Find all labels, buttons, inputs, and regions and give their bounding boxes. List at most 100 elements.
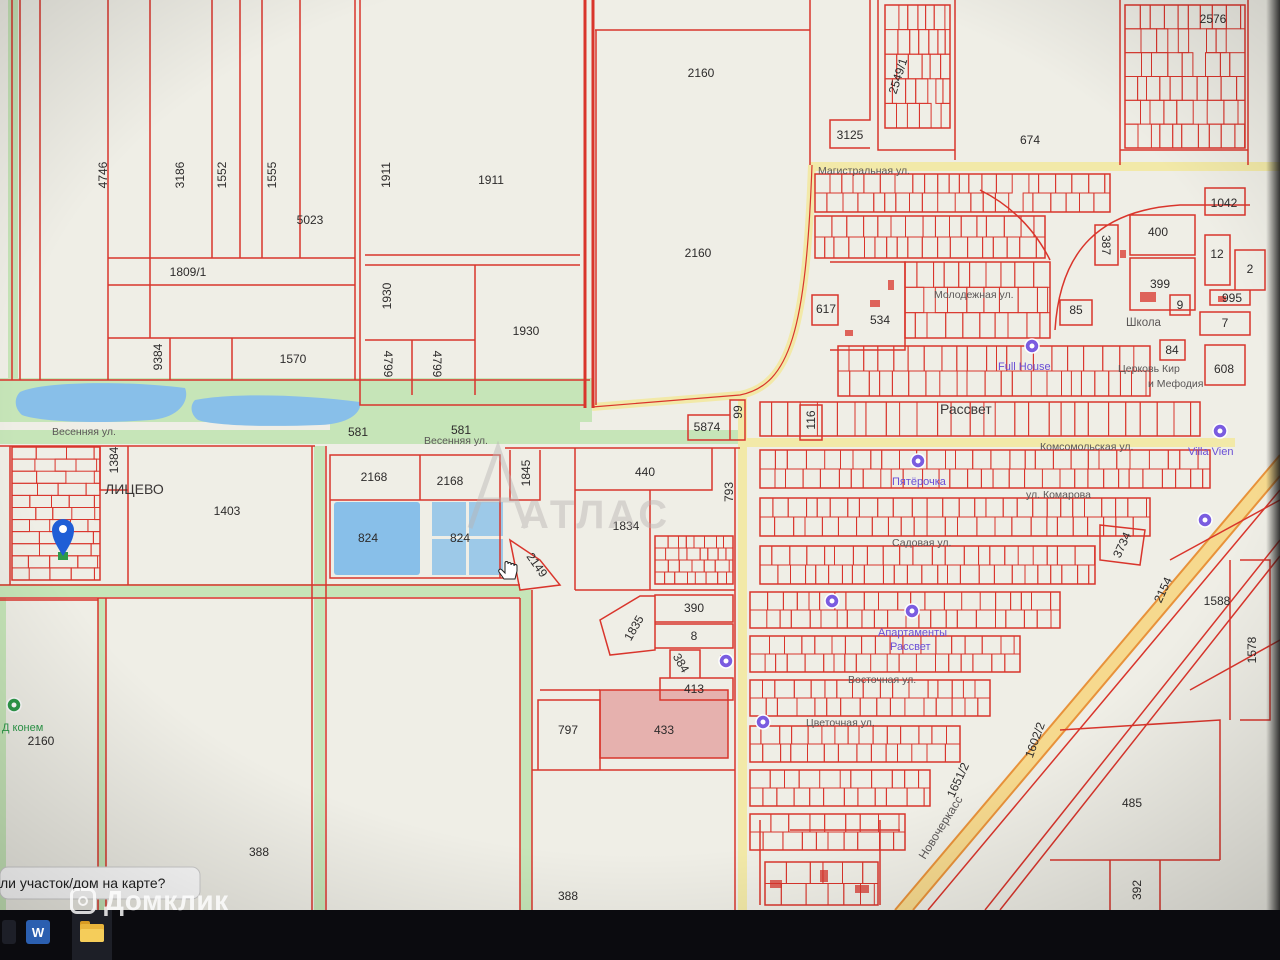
- parcel-label: 3125: [837, 128, 864, 142]
- street-label: Комсомольская ул.: [1040, 441, 1133, 453]
- parcel-label: 534: [870, 313, 890, 327]
- poi-icon[interactable]: [1212, 423, 1228, 439]
- parcel-label: 2160: [685, 246, 712, 260]
- parcel-label: 388: [558, 889, 578, 903]
- parcel-label: 608: [1214, 362, 1234, 376]
- poi-label: Апартаменты: [878, 627, 947, 639]
- poi-label: Рассвет: [890, 641, 931, 653]
- poi-icon[interactable]: [904, 603, 920, 619]
- parcel-label: 581: [348, 425, 368, 439]
- parcel-label: 413: [684, 682, 704, 696]
- parcel-label: 824: [358, 531, 378, 545]
- street-label: Садовая ул.: [892, 537, 951, 549]
- parcel-label: 84: [1165, 343, 1179, 357]
- poi-icon[interactable]: [824, 593, 840, 609]
- parcel-label: 3186: [173, 161, 187, 188]
- poi-label: Пятёрочка: [892, 476, 947, 488]
- parcel-label: 399: [1150, 277, 1170, 291]
- parcel-label: 400: [1148, 225, 1168, 239]
- pond-west: [15, 383, 187, 423]
- parcel-label: 995: [1222, 291, 1242, 305]
- poi-label: Д конем: [2, 722, 43, 734]
- cadastral-map[interactable]: 4746 3186 1552 1555 5023 1809/1 9384 157…: [0, 0, 1280, 910]
- parcel-label: 5023: [297, 213, 324, 227]
- parcel-label: 1845: [519, 459, 533, 486]
- street-label: Весенняя ул.: [52, 426, 116, 438]
- domclick-logo-icon: [70, 888, 96, 914]
- poi-label: и Мефодия: [1148, 378, 1203, 390]
- poi-label: Школа: [1126, 317, 1162, 329]
- parcel-label: 4799: [381, 351, 395, 378]
- parcel-label: 485: [1122, 796, 1142, 810]
- word-icon[interactable]: W: [26, 920, 50, 944]
- parcel-label: 9384: [151, 343, 165, 370]
- atlas-watermark-text: АТЛАС: [520, 493, 670, 537]
- parcel-label: 5874: [694, 420, 721, 434]
- street-label: ул. Комарова: [1026, 489, 1091, 501]
- parcel-label: 2168: [361, 470, 388, 484]
- parcel-label: 440: [635, 465, 655, 479]
- parcel-label: 1911: [379, 162, 393, 188]
- poi-label: Villa Vien: [1188, 446, 1233, 458]
- poi-icon[interactable]: [755, 714, 771, 730]
- parcel-label: 116: [804, 410, 818, 429]
- parcel-label: 1930: [380, 282, 394, 309]
- parcel-label: 1588: [1204, 594, 1231, 608]
- parcel-label: 85: [1069, 303, 1083, 317]
- parcel-label: 1809/1: [170, 265, 207, 279]
- parcel-label: 617: [816, 302, 836, 316]
- poi-icon[interactable]: [1024, 338, 1040, 354]
- poi-icon[interactable]: [718, 653, 734, 669]
- parcel-label: 2576: [1200, 12, 1227, 26]
- start-icon[interactable]: [2, 920, 16, 944]
- parcel-label: 387: [1099, 235, 1113, 255]
- parcel-label: 433: [654, 723, 674, 737]
- parcel-label: 824: [450, 531, 470, 545]
- poi-label: Церковь Кир: [1118, 363, 1180, 375]
- parcel-label: 4799: [430, 351, 444, 378]
- parcel-label: 674: [1020, 133, 1040, 147]
- parcel-label: 1570: [280, 352, 307, 366]
- parcel-label: 797: [558, 723, 578, 737]
- parcel-label: 1930: [513, 324, 540, 338]
- parcel-label: 9: [1177, 298, 1184, 312]
- locality-label: Рассвет: [940, 401, 992, 417]
- parcel-label: 2160: [28, 734, 55, 748]
- street-label: Магистральная ул.: [818, 165, 910, 177]
- parcel-label: 1552: [215, 161, 229, 188]
- parcel-label: 12: [1210, 247, 1224, 261]
- parcel-label: 2168: [437, 474, 464, 488]
- street-label: Цветочная ул.: [806, 717, 875, 729]
- parcel-label: 1555: [265, 161, 279, 188]
- parcel-label: 793: [722, 482, 736, 502]
- parcel-label: 8: [691, 629, 698, 643]
- parcel-label: 1042: [1211, 196, 1238, 210]
- poi-icon[interactable]: [6, 697, 22, 713]
- street-label: Восточная ул.: [848, 674, 916, 686]
- poi-icon[interactable]: [910, 453, 926, 469]
- parcel-label: 99: [731, 405, 745, 419]
- parcel-label: 1403: [214, 504, 241, 518]
- domclick-watermark-text: Домклик: [104, 885, 229, 916]
- pond-middle: [191, 395, 361, 426]
- parcel-label: 4746: [96, 161, 110, 188]
- parcel-label: 2: [1247, 262, 1254, 276]
- parcel-label: 1578: [1245, 636, 1259, 663]
- street-label: Молодежная ул.: [934, 289, 1014, 301]
- word-glyph: W: [31, 924, 45, 940]
- parcel-label: 390: [684, 601, 704, 615]
- locality-label: ЛИЦЕВО: [105, 481, 164, 497]
- domclick-watermark: Домклик: [70, 884, 229, 918]
- parcel-label: 1384: [107, 446, 121, 473]
- parcel-label: 7: [1222, 316, 1229, 330]
- folder-icon[interactable]: [80, 920, 104, 944]
- parcel-label: 388: [249, 845, 269, 859]
- monitor-bezel: [1266, 0, 1280, 910]
- pond-824-east-d: [469, 539, 503, 575]
- parcel-label: 1911: [478, 173, 504, 187]
- poi-icon[interactable]: [1197, 512, 1213, 528]
- poi-label: Full House: [998, 361, 1051, 373]
- parcel-label: 392: [1130, 880, 1144, 900]
- street-label: Весенняя ул.: [424, 435, 488, 447]
- parcel-label: 2160: [688, 66, 715, 80]
